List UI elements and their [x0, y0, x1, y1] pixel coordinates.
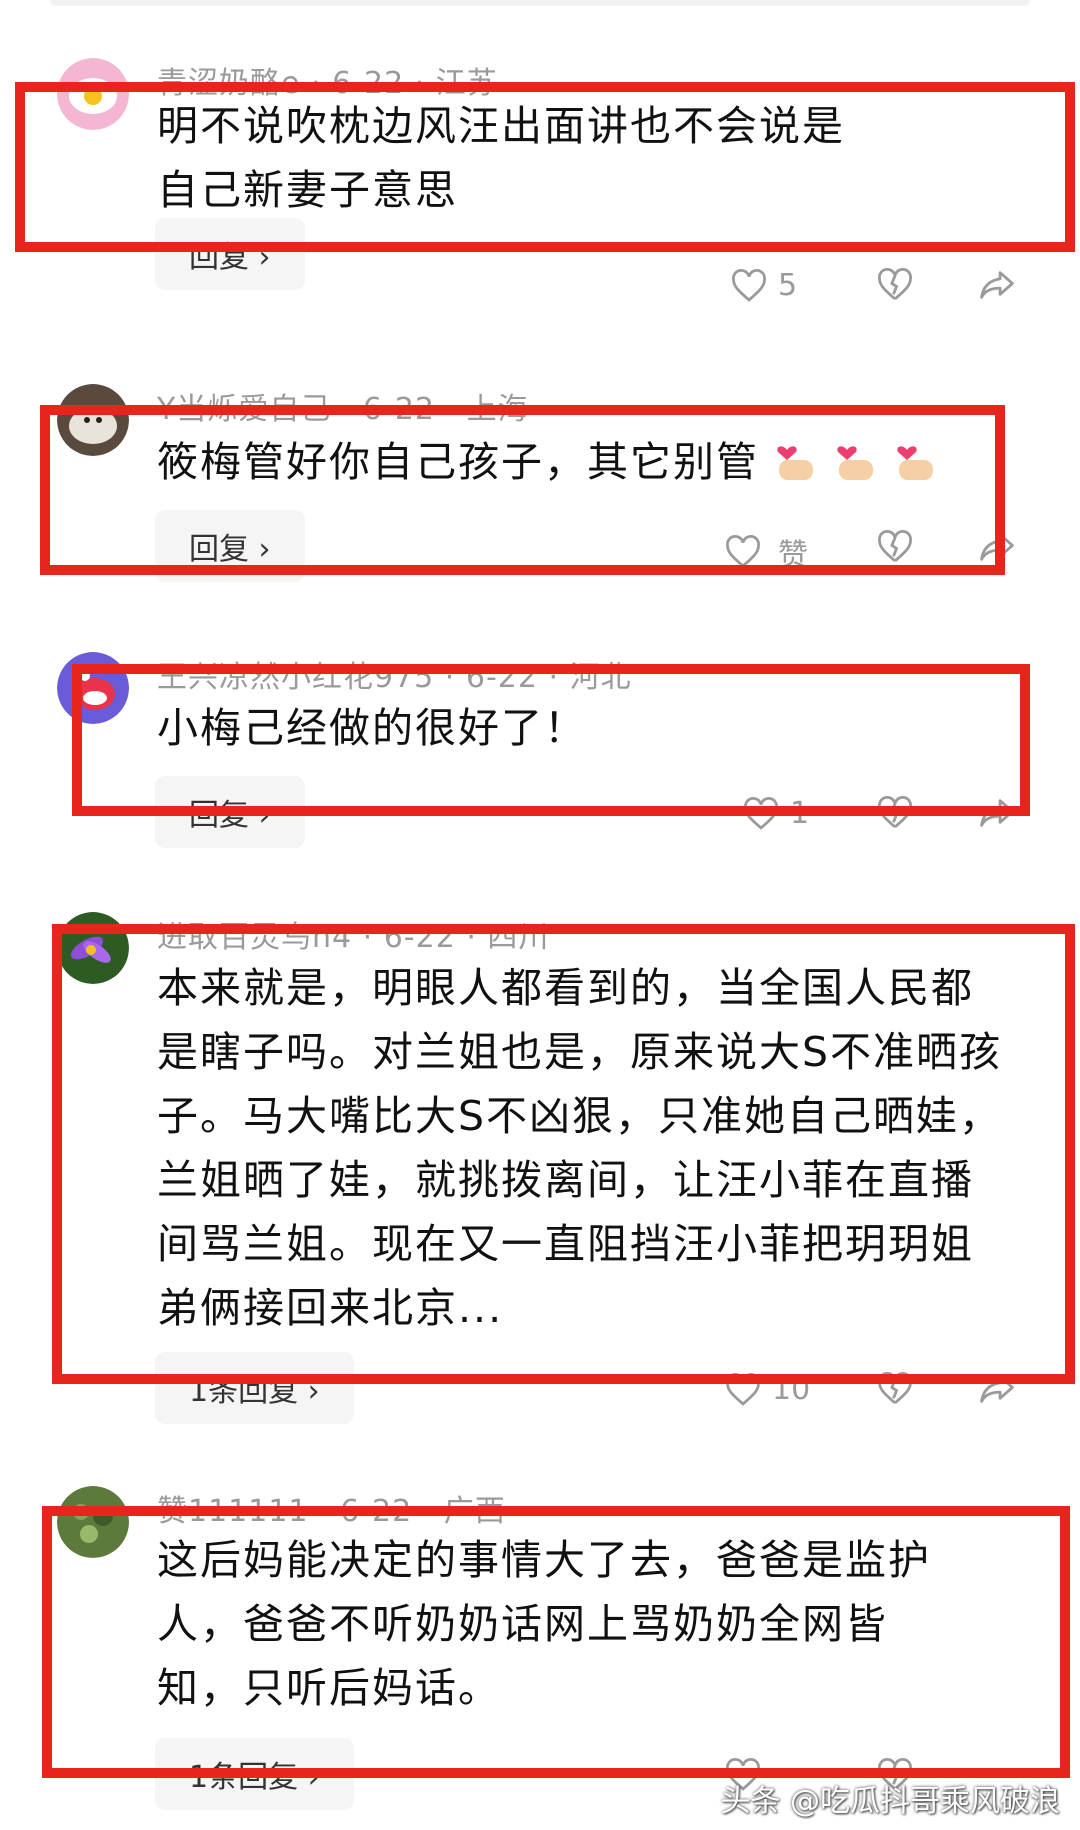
- previous-comment-edge: [50, 0, 1030, 6]
- broken-heart-icon: [878, 268, 912, 300]
- highlight-box: [72, 664, 1030, 816]
- highlight-box: [40, 405, 1005, 575]
- highlight-box: [52, 924, 1075, 1384]
- dislike-button[interactable]: [876, 268, 914, 302]
- heart-icon: [732, 268, 766, 302]
- watermark: 头条 @吃瓜抖哥乘风破浪: [720, 1784, 1060, 1819]
- share-button[interactable]: [978, 268, 1016, 302]
- highlight-box: [42, 1506, 1070, 1778]
- highlight-box: [15, 82, 1075, 252]
- like-count: 5: [778, 268, 798, 303]
- like-button[interactable]: 5: [730, 268, 797, 303]
- share-icon: [980, 271, 1014, 299]
